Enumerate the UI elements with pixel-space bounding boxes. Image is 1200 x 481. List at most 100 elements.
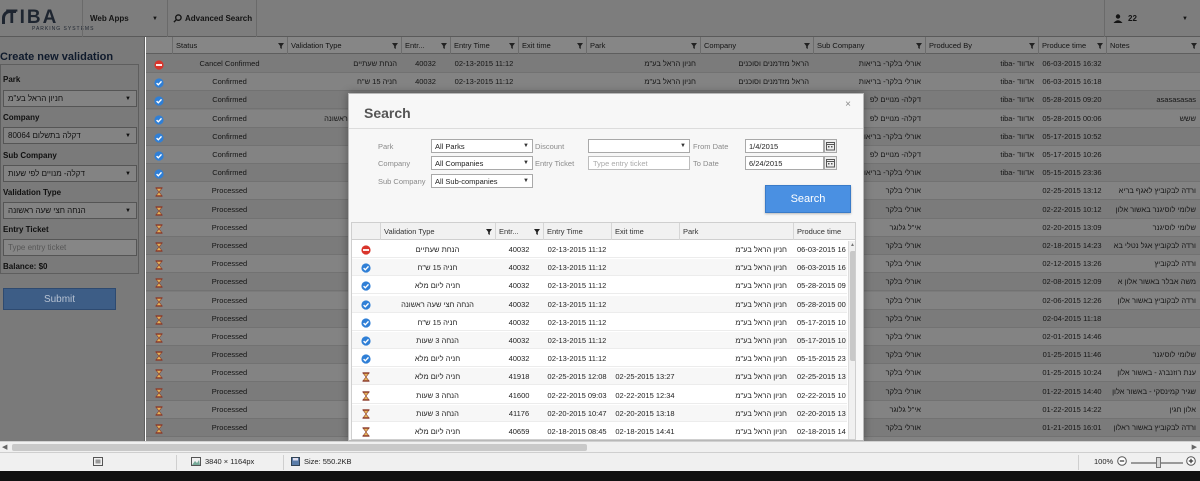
entry-ticket-input[interactable]: Type entry ticket (588, 156, 690, 170)
column-header[interactable]: Sub Company (813, 37, 925, 54)
entry-ticket-input[interactable]: Type entry ticket (3, 239, 137, 256)
submit-button[interactable]: Submit (3, 288, 116, 310)
column-header[interactable]: Entry Time (450, 37, 518, 54)
table-row[interactable]: חניה ליום מלא 40659 02-18-2015 08:45 02-18-… (352, 423, 847, 439)
caret-down-icon: ▼ (523, 143, 529, 149)
validation-type-label: Validation Type (3, 188, 62, 197)
cell-etime: 02-13-2015 11:12 (547, 245, 607, 254)
cell-entry: 40032 (415, 59, 436, 68)
filter-icon[interactable] (1029, 42, 1035, 49)
advanced-search-button[interactable]: Advanced Search (167, 0, 257, 37)
filter-icon[interactable] (392, 42, 398, 49)
table-row[interactable]: הנחה חצי שעה ראשונה 40032 02-13-2015 11:12… (352, 295, 847, 313)
discount-select[interactable]: ▼ (588, 139, 690, 153)
filter-icon[interactable] (577, 42, 583, 49)
cell-notes: שגיר קמינסקי - באשור אלון (1112, 386, 1196, 396)
filter-icon[interactable] (1191, 42, 1197, 49)
column-header[interactable]: Notes (1106, 37, 1200, 54)
fit-icon[interactable] (93, 457, 107, 466)
zoom-slider-handle[interactable] (1156, 457, 1161, 468)
table-row[interactable]: חניה 15 ש"ח 40032 02-13-2015 11:12 חניון הר… (352, 313, 847, 331)
calendar-icon[interactable] (824, 156, 837, 170)
table-row[interactable]: הנחה 3 שעות 40032 02-13-2015 11:12 חניון הר… (352, 332, 847, 349)
validation-type-select[interactable]: הנחה חצי שעה ראשונה ▼ (3, 202, 137, 219)
scroll-right-icon[interactable]: ▶ (1192, 443, 1197, 451)
filter-icon[interactable] (534, 228, 540, 235)
column-header[interactable]: Produce time (793, 223, 849, 240)
table-row[interactable]: חניה ליום מלא 40032 02-13-2015 11:12 חניון … (352, 350, 847, 368)
cell-park: חניון הראל בע"מ (735, 299, 787, 309)
cell-ptime: 01-22-2015 14:22 (1042, 404, 1102, 414)
scroll-left-icon[interactable]: ◀ (2, 443, 7, 451)
cell-status: Processed (211, 368, 248, 378)
cell-by (925, 255, 1038, 273)
from-date-input[interactable]: 1/4/2015 (745, 139, 824, 153)
cell-xtime: 02-20-2015 13:18 (615, 408, 675, 418)
column-header[interactable]: Produced By (925, 37, 1038, 54)
vertical-scrollbar[interactable]: ▲ (848, 241, 855, 439)
cell-xtime: 02-22-2015 12:34 (615, 390, 675, 400)
column-header[interactable]: Status (172, 37, 287, 54)
user-count: 22 (1128, 14, 1137, 23)
cell-ptime: 01-21-2015 16:01 (1042, 423, 1102, 432)
column-header[interactable]: Exit time (611, 223, 679, 240)
column-header[interactable]: Park (586, 37, 700, 54)
horizontal-scrollbar[interactable]: ◀ ▶ (0, 441, 1200, 452)
column-header[interactable]: Park (679, 223, 793, 240)
filter-icon[interactable] (1097, 42, 1103, 49)
calendar-icon[interactable] (824, 139, 837, 153)
column-header[interactable]: Entry Time (543, 223, 611, 240)
scroll-thumb[interactable] (12, 444, 587, 451)
column-header[interactable]: Company (700, 37, 813, 54)
search-button[interactable]: Search (765, 185, 851, 213)
park-label: Park (3, 75, 21, 84)
to-date-input[interactable]: 6/24/2015 (745, 156, 824, 170)
hourglass-icon (146, 346, 172, 364)
table-row[interactable]: הנחה 3 שעות 41176 02-20-2015 10:47 02-20-20… (352, 404, 847, 422)
column-header[interactable]: Validation Type (380, 223, 495, 240)
table-row[interactable]: חניה 15 ש"ח 40032 02-13-2015 11:12 חניון הר… (352, 259, 847, 277)
zoom-out-icon[interactable] (1117, 456, 1131, 466)
filter-icon[interactable] (278, 42, 284, 49)
park-select[interactable]: חניון הראל בע"מ ▼ (3, 90, 137, 107)
column-header[interactable]: Validation Type (287, 37, 401, 54)
filter-icon[interactable] (916, 42, 922, 49)
hourglass-icon (146, 401, 172, 419)
web-apps-menu[interactable]: Web Apps ▼ (82, 0, 166, 37)
user-menu[interactable]: 22 ▼ (1104, 0, 1200, 37)
subcompany-select[interactable]: All Sub-companies ▼ (431, 174, 533, 188)
cell-entry: 41176 (508, 408, 530, 418)
cell-status: Processed (211, 404, 248, 414)
table-row[interactable]: חניה ליום מלא 41918 02-25-2015 12:08 02-25-… (352, 368, 847, 386)
close-icon[interactable]: × (845, 99, 851, 110)
column-header[interactable]: Exit time (518, 37, 586, 54)
table-row[interactable]: Confirmed חניה 15 ש"ח 40032 02-13-2015 11:1… (146, 73, 1200, 92)
filter-icon[interactable] (509, 42, 515, 49)
cell-ptime: 06-03-2015 16 (797, 245, 846, 254)
cell-ptime: 05-28-2015 09:20 (1042, 95, 1102, 105)
filter-icon[interactable] (486, 228, 492, 235)
cell-notes: asasasasas (1156, 95, 1196, 105)
company-select[interactable]: דקלה בתשלום 80064 ▼ (3, 127, 137, 144)
subcompany-select[interactable]: דקלה- מנויים לפי שעות ▼ (3, 165, 137, 182)
column-header[interactable]: Entr... (401, 37, 450, 54)
column-header[interactable]: Produce time (1038, 37, 1106, 54)
table-row[interactable]: הנחת שעתיים 40032 02-13-2015 11:12 חניון הר… (352, 241, 847, 258)
park-select[interactable]: All Parks ▼ (431, 139, 533, 153)
scroll-thumb[interactable] (850, 251, 855, 361)
column-header-label: Entry Time (454, 41, 490, 50)
table-row[interactable]: Cancel Confirmed הנחת שעתיים 40032 02-13-20… (146, 55, 1200, 73)
filter-icon[interactable] (804, 42, 810, 49)
column-header[interactable]: Entr... (495, 223, 543, 240)
zoom-in-icon[interactable] (1186, 456, 1200, 466)
hourglass-icon (146, 182, 172, 200)
scroll-up-icon[interactable]: ▲ (850, 242, 855, 248)
filter-icon[interactable] (691, 42, 697, 49)
divider (1078, 455, 1079, 470)
filter-icon[interactable] (441, 42, 447, 49)
company-select[interactable]: All Companies ▼ (431, 156, 533, 170)
table-row[interactable]: הנחה 3 שעות 41600 02-22-2015 09:03 02-22-20… (352, 386, 847, 404)
table-row[interactable]: חניה ליום מלא 40032 02-13-2015 11:12 חניון … (352, 277, 847, 295)
cell-ptime: 05-28-2015 09 (797, 281, 846, 291)
tiba-logo[interactable]: TIBA PARKING SYSTEMS (2, 7, 93, 33)
